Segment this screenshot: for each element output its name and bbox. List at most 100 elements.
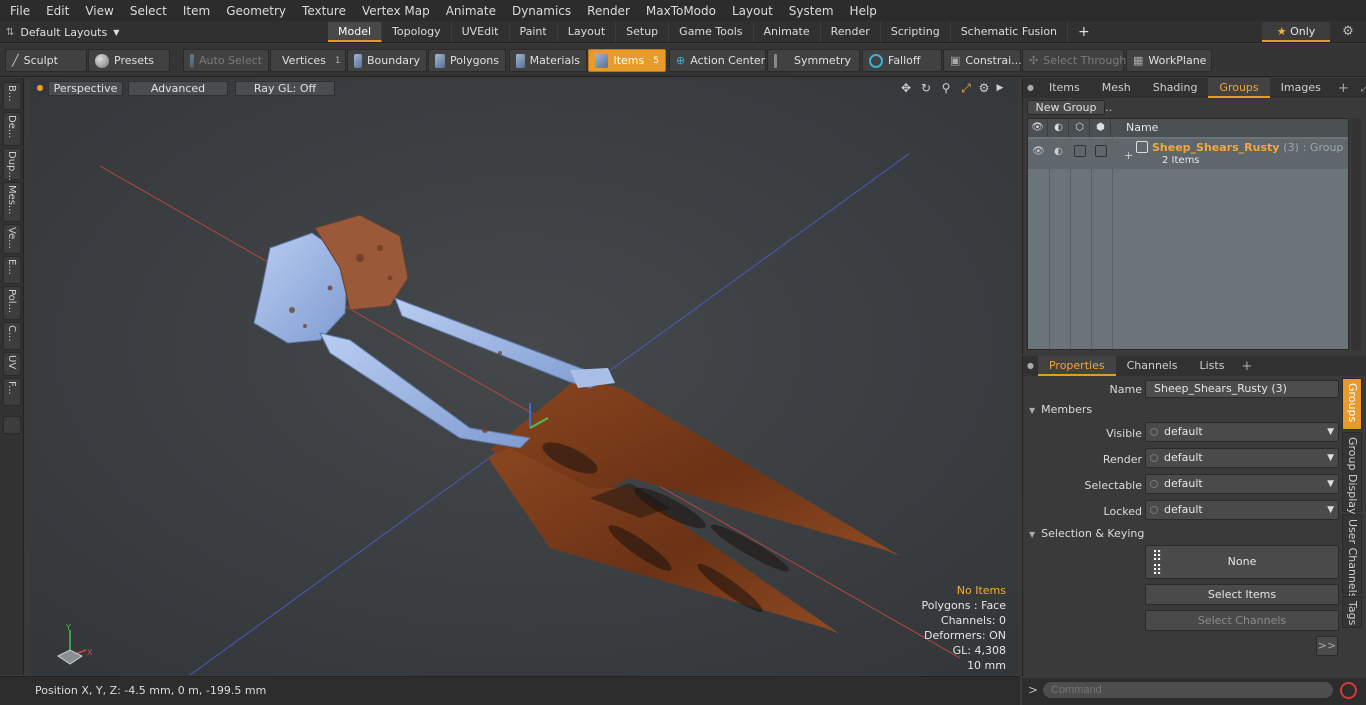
rotate-icon[interactable]: ↻: [918, 80, 934, 96]
expand-icon[interactable]: ⤢: [1355, 83, 1366, 94]
left-tab-vertex[interactable]: Ve...: [3, 224, 21, 254]
locked-dropdown[interactable]: default ▼: [1145, 500, 1339, 520]
presets-button[interactable]: Presets: [88, 49, 170, 72]
eye-icon[interactable]: 👁: [1028, 119, 1048, 137]
menu-layout[interactable]: Layout: [724, 4, 781, 18]
keying-none-button[interactable]: ⠿ ⠿ None: [1145, 545, 1339, 579]
add-tab-button[interactable]: +: [1068, 22, 1100, 42]
pan-icon[interactable]: ✥: [898, 80, 914, 96]
tab-scripting[interactable]: Scripting: [881, 22, 951, 42]
tab-shading[interactable]: Shading: [1142, 78, 1209, 98]
materials-button[interactable]: Materials: [509, 49, 587, 72]
left-tab-edge[interactable]: E...: [3, 256, 21, 284]
advanced-dropdown[interactable]: Advanced: [128, 81, 228, 96]
zoom-icon[interactable]: ⚲: [938, 80, 954, 96]
perspective-dropdown[interactable]: Perspective: [48, 81, 123, 96]
side-tab-tags[interactable]: Tags: [1342, 596, 1362, 628]
name-column-header[interactable]: Name: [1126, 121, 1158, 134]
selectable-checkbox[interactable]: [1074, 145, 1086, 157]
menu-file[interactable]: File: [0, 4, 38, 18]
menu-vertex-map[interactable]: Vertex Map: [354, 4, 438, 18]
tab-uvedit[interactable]: UVEdit: [452, 22, 510, 42]
menu-texture[interactable]: Texture: [294, 4, 354, 18]
tab-paint[interactable]: Paint: [510, 22, 558, 42]
action-center-button[interactable]: ⊕ Action Center: [669, 49, 766, 72]
render-toggle-icon[interactable]: ◐: [1054, 146, 1063, 157]
select-through-button[interactable]: ✣ Select Through: [1022, 49, 1126, 72]
members-section[interactable]: ▼ Members: [1029, 403, 1339, 419]
record-icon[interactable]: [1340, 682, 1357, 699]
menu-item[interactable]: Item: [175, 4, 218, 18]
layouts-dropdown[interactable]: ⇅ Default Layouts ▼: [6, 24, 119, 40]
menu-view[interactable]: View: [77, 4, 121, 18]
menu-animate[interactable]: Animate: [438, 4, 504, 18]
visible-dropdown[interactable]: default ▼: [1145, 422, 1339, 442]
side-tab-group-display[interactable]: Group Display: [1342, 432, 1362, 515]
menu-system[interactable]: System: [781, 4, 842, 18]
boundary-button[interactable]: Boundary: [347, 49, 427, 72]
menu-maxtomodo[interactable]: MaxToModo: [638, 4, 724, 18]
add-props-tab-button[interactable]: +: [1235, 359, 1258, 374]
locked-checkbox[interactable]: [1095, 145, 1107, 157]
menu-help[interactable]: Help: [842, 4, 885, 18]
only-toggle[interactable]: ★ Only: [1262, 22, 1330, 42]
add-panel-tab-button[interactable]: +: [1332, 81, 1355, 96]
menu-edit[interactable]: Edit: [38, 4, 77, 18]
left-tab-fusion[interactable]: F...: [3, 378, 21, 406]
tab-setup[interactable]: Setup: [616, 22, 670, 42]
panel-menu-icon[interactable]: ●: [1023, 78, 1038, 98]
left-tab-b[interactable]: B...: [3, 82, 21, 110]
play-arrow-icon[interactable]: ▶: [992, 80, 1008, 96]
left-tab-duplicate[interactable]: Dup...: [3, 148, 21, 181]
menu-select[interactable]: Select: [122, 4, 175, 18]
group-row[interactable]: 👁 ◐ + Sheep_Shears_Rusty (3) : Group 2 I…: [1028, 139, 1348, 169]
group-name-field[interactable]: Sheep_Shears_Rusty (3): [1145, 380, 1339, 398]
selection-keying-section[interactable]: ▼ Selection & Keying: [1029, 527, 1339, 543]
visibility-eye-icon[interactable]: 👁: [1032, 146, 1045, 157]
lock-cube-icon[interactable]: ⬢: [1091, 119, 1111, 137]
select-channels-button[interactable]: Select Channels: [1145, 610, 1339, 631]
workplane-button[interactable]: ▦ WorkPlane: [1126, 49, 1212, 72]
left-strip-toggle[interactable]: [3, 416, 21, 434]
menu-dynamics[interactable]: Dynamics: [504, 4, 579, 18]
tab-properties[interactable]: Properties: [1037, 356, 1116, 376]
left-tab-polygon[interactable]: Pol...: [3, 286, 21, 320]
select-cube-icon[interactable]: ⬡: [1070, 119, 1090, 137]
side-tab-groups[interactable]: Groups: [1342, 378, 1362, 430]
tab-channels[interactable]: Channels: [1116, 356, 1189, 376]
auto-select-button[interactable]: Auto Select: [183, 49, 269, 72]
tab-lists[interactable]: Lists: [1188, 356, 1235, 376]
tab-topology[interactable]: Topology: [382, 22, 452, 42]
menu-render[interactable]: Render: [579, 4, 638, 18]
maximize-icon[interactable]: ⤢: [958, 80, 974, 96]
gear-icon[interactable]: ⚙: [1338, 23, 1358, 41]
3d-viewport[interactable]: Y X ● Perspective Advanced Ray GL: Off ✥…: [30, 78, 1018, 675]
tab-animate[interactable]: Animate: [754, 22, 821, 42]
left-tab-uv[interactable]: UV: [3, 352, 21, 376]
render-dropdown[interactable]: default ▼: [1145, 448, 1339, 468]
tab-game-tools[interactable]: Game Tools: [669, 22, 754, 42]
tab-schematic-fusion[interactable]: Schematic Fusion: [951, 22, 1069, 42]
raygl-dropdown[interactable]: Ray GL: Off: [235, 81, 335, 96]
falloff-button[interactable]: Falloff: [862, 49, 942, 72]
tab-render[interactable]: Render: [821, 22, 881, 42]
render-icon[interactable]: ◐: [1049, 119, 1069, 137]
tab-groups[interactable]: Groups: [1208, 78, 1270, 98]
side-tab-user-channels[interactable]: User Channels: [1342, 514, 1362, 598]
more-button[interactable]: >>: [1316, 636, 1338, 656]
expand-plus-icon[interactable]: +: [1124, 149, 1133, 162]
viewport-menu-icon[interactable]: ●: [32, 80, 48, 96]
items-button[interactable]: Items 5: [588, 49, 666, 72]
tab-items[interactable]: Items: [1038, 78, 1091, 98]
constraints-button[interactable]: ▣ Constrai...: [943, 49, 1022, 72]
left-tab-curve[interactable]: C...: [3, 322, 21, 350]
left-tab-mesh[interactable]: Mes...: [3, 182, 21, 222]
props-menu-icon[interactable]: ●: [1023, 356, 1038, 376]
new-group-button[interactable]: New Group: [1027, 100, 1105, 115]
tab-images[interactable]: Images: [1270, 78, 1332, 98]
symmetry-button[interactable]: Symmetry: [767, 49, 860, 72]
select-items-button[interactable]: Select Items: [1145, 584, 1339, 605]
menu-geometry[interactable]: Geometry: [218, 4, 294, 18]
vertices-button[interactable]: Vertices 1: [270, 49, 346, 72]
tab-layout[interactable]: Layout: [558, 22, 617, 42]
